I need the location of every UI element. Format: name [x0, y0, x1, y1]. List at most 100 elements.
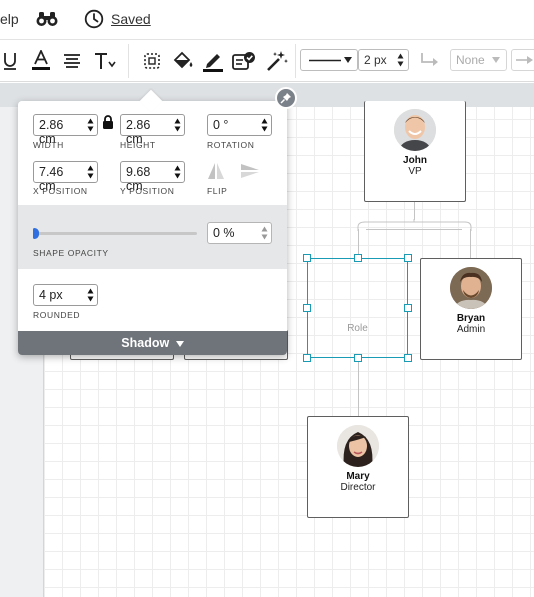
shadow-label: Shadow	[121, 336, 170, 350]
spinner-icon[interactable]	[174, 118, 181, 132]
x-position-input[interactable]: 7.46 cm	[33, 161, 98, 193]
saved-status[interactable]: Saved	[111, 11, 151, 27]
border-style-button[interactable]	[140, 49, 164, 73]
spinner-icon[interactable]	[261, 118, 268, 132]
arrow-style-value: None	[456, 53, 485, 67]
selected-shape[interactable]: Role	[307, 258, 408, 358]
flip-vertical-icon[interactable]	[240, 163, 260, 179]
toolbar-divider	[295, 44, 296, 78]
resize-handle[interactable]	[303, 354, 311, 362]
spinner-icon[interactable]	[87, 165, 94, 179]
line-color-button[interactable]	[201, 49, 225, 73]
avatar-john	[394, 109, 436, 151]
magic-wand-icon	[267, 51, 288, 71]
arrow-right-icon	[516, 56, 533, 64]
opacity-label: SHAPE OPACITY	[33, 248, 109, 258]
text-color-icon	[32, 50, 50, 70]
spinner-icon[interactable]	[261, 226, 268, 240]
magic-button[interactable]	[265, 49, 289, 73]
rounded-label: ROUNDED	[33, 310, 81, 320]
connector-line[interactable]	[414, 202, 415, 220]
flip-horizontal-icon[interactable]	[207, 162, 225, 180]
fill-color-button[interactable]	[171, 49, 195, 73]
org-card-mary[interactable]: Mary Director	[307, 416, 409, 518]
rounded-input[interactable]: 4 px	[33, 284, 98, 306]
opacity-value: 0 %	[213, 226, 235, 240]
lock-icon[interactable]	[102, 115, 114, 129]
pin-icon	[280, 93, 291, 104]
connector-line[interactable]	[470, 229, 471, 259]
arrow-style-select[interactable]: None	[450, 49, 507, 71]
rounded-value: 4 px	[39, 288, 63, 302]
pin-button[interactable]	[275, 87, 297, 109]
spinner-icon[interactable]	[87, 288, 94, 302]
person-photo-icon	[450, 267, 492, 309]
align-center-icon	[64, 54, 80, 68]
y-position-input[interactable]: 9.68 cm	[120, 161, 185, 193]
caret-down-icon	[492, 57, 500, 63]
height-label: HEIGHT	[120, 140, 156, 150]
line-width-select[interactable]: 2 px	[358, 49, 409, 71]
x-position-label: X POSITION	[33, 186, 88, 196]
rotation-input[interactable]: 0 °	[207, 114, 272, 136]
text-color-button[interactable]	[29, 49, 53, 73]
avatar-mary	[337, 425, 379, 467]
connector-style-button[interactable]	[418, 49, 442, 73]
width-input[interactable]: 2.86 cm	[33, 114, 98, 146]
resize-handle[interactable]	[303, 254, 311, 262]
opacity-input[interactable]: 0 %	[207, 222, 272, 244]
avatar-bryan	[450, 267, 492, 309]
dotted-border-icon	[144, 53, 160, 69]
card-role: Director	[340, 482, 376, 493]
caret-down-icon	[175, 341, 184, 347]
person-photo-icon	[394, 109, 436, 151]
underline-icon	[4, 53, 16, 70]
spinner-icon[interactable]	[87, 118, 94, 132]
pen-icon	[203, 54, 223, 72]
resize-handle[interactable]	[404, 354, 412, 362]
menu-help[interactable]: elp	[0, 11, 19, 27]
elbow-connector-icon	[421, 53, 438, 66]
opacity-slider-track[interactable]	[33, 232, 197, 235]
y-position-label: Y POSITION	[120, 186, 175, 196]
style-check-icon	[232, 52, 255, 70]
arrow-end-select[interactable]	[511, 49, 534, 71]
shape-options-panel: 2.86 cm 2.86 cm 0 ° WIDTH HEIGHT ROTATIO…	[18, 87, 297, 355]
spinner-icon[interactable]	[174, 165, 181, 179]
text-size-button[interactable]	[93, 49, 117, 73]
height-input[interactable]: 2.86 cm	[120, 114, 185, 146]
underline-button[interactable]	[0, 49, 22, 73]
clock-icon	[84, 9, 104, 29]
style-button[interactable]	[232, 49, 256, 73]
card-name: Bryan	[456, 313, 486, 324]
connector-line[interactable]	[358, 362, 359, 417]
card-name: John	[403, 155, 427, 166]
shadow-toggle[interactable]: Shadow	[18, 331, 287, 355]
toolbar: 2 px None	[0, 40, 534, 82]
width-label: WIDTH	[33, 140, 64, 150]
binoculars-icon[interactable]	[36, 9, 58, 29]
resize-handle[interactable]	[303, 304, 311, 312]
card-role-placeholder: Role	[347, 323, 368, 334]
org-card-john[interactable]: John VP	[364, 101, 466, 202]
rotation-label: ROTATION	[207, 140, 255, 150]
spinner-icon	[397, 53, 404, 67]
menu-bar: elp Saved	[0, 0, 534, 40]
solid-line-icon	[309, 59, 341, 62]
card-role: Admin	[456, 324, 486, 335]
resize-handle[interactable]	[353, 354, 362, 362]
paint-bucket-icon	[173, 51, 193, 69]
resize-handle[interactable]	[404, 304, 412, 312]
card-name: Mary	[346, 471, 370, 482]
org-card-bryan[interactable]: Bryan Admin	[420, 258, 522, 360]
text-size-icon	[95, 53, 116, 69]
line-width-value: 2 px	[364, 53, 387, 67]
resize-handle[interactable]	[353, 254, 362, 262]
toolbar-divider	[128, 44, 129, 78]
person-photo-icon	[337, 425, 379, 467]
flip-label: FLIP	[207, 186, 228, 196]
align-button[interactable]	[60, 49, 84, 73]
card-role: VP	[408, 166, 422, 177]
line-style-select[interactable]	[300, 49, 358, 71]
resize-handle[interactable]	[404, 254, 412, 262]
